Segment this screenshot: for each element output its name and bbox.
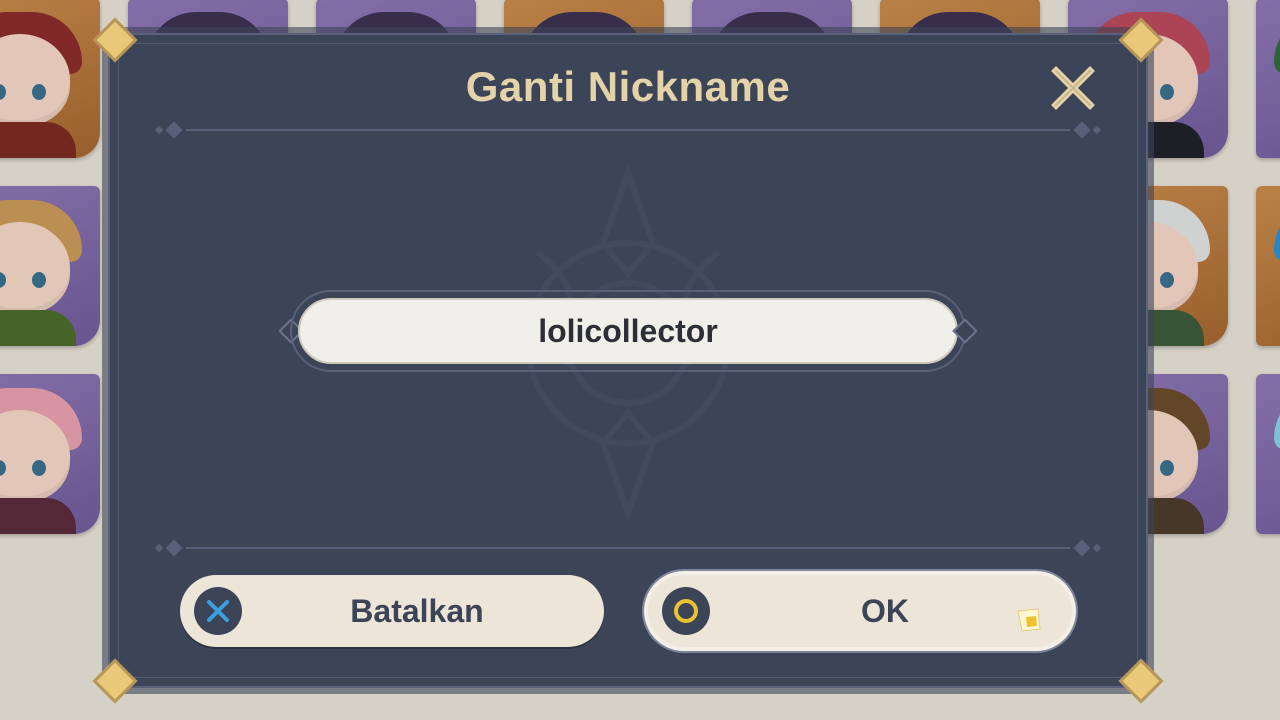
change-nickname-dialog: Ganti Nickname lolicollector Batalkan OK (96, 21, 1160, 700)
nickname-input-container: lolicollector (278, 290, 978, 372)
circle-button-icon (662, 587, 710, 635)
x-button-icon (194, 587, 242, 635)
game-screen: Ganti Nickname lolicollector Batalkan OK (0, 0, 1280, 720)
ok-button-label: OK (861, 592, 909, 629)
cancel-button[interactable]: Batalkan (180, 575, 604, 647)
close-button[interactable] (1048, 63, 1098, 113)
title-divider (154, 121, 1102, 139)
sparkle-icon (1017, 608, 1041, 632)
cancel-button-label: Batalkan (350, 592, 484, 629)
footer-divider (154, 539, 1102, 557)
ok-button[interactable]: OK (648, 575, 1072, 647)
close-icon (1051, 66, 1095, 110)
nickname-input[interactable]: lolicollector (298, 298, 958, 364)
dialog-title: Ganti Nickname (465, 63, 791, 110)
